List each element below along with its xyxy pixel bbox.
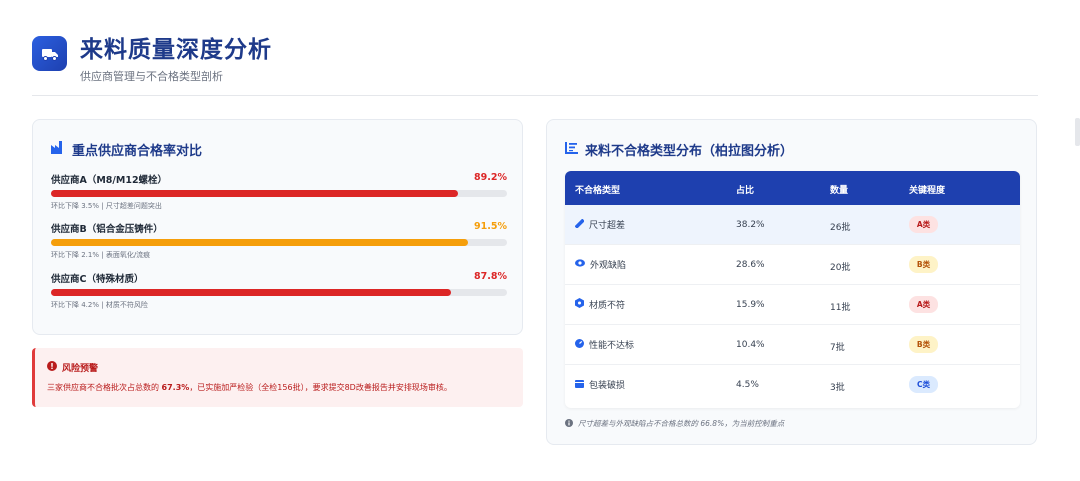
supplier-note: 环比下降 3.5% | 尺寸超差问题突出 [51,202,162,210]
page-title: 来料质量深度分析 [80,37,272,63]
supplier-pass-rate: 89.2% [474,172,507,183]
supplier-name: 供应商B（铝合金压铸件） [51,224,163,235]
info-icon [565,418,573,429]
defect-type: 材质不符 [589,301,626,311]
alert-title: 风险预警 [62,364,99,374]
defect-count: 7批 [830,343,845,353]
severity-badge: A类 [909,296,938,313]
defect-share: 15.9% [736,300,765,310]
alert-highlight: 67.3% [161,383,190,392]
pass-rate-bar-fill [51,190,458,197]
defect-count: 11批 [830,303,851,313]
severity-badge: B类 [909,256,938,273]
table-header: 不合格类型 占比 数量 关键程度 [565,171,1020,205]
list-chart-icon [565,141,578,158]
truck-icon [32,36,67,71]
box-icon [575,379,584,391]
pass-rate-bar [51,289,507,296]
defect-share: 4.5% [736,380,759,390]
pass-rate-bar-fill [51,239,469,246]
table-footnote: 尺寸超差与外观缺陷占不合格总数的 66.8%，为当前控制重点 [565,418,784,429]
alert-circle-icon [47,361,57,374]
pass-rate-bar-fill [51,289,452,296]
page-subtitle: 供应商管理与不合格类型剖析 [80,70,223,83]
supplier-pass-rate: 91.5% [474,221,507,232]
defect-share: 38.2% [736,220,765,230]
table-row: 材质不符 15.9% 11批 A类 [565,285,1020,325]
supplier-pass-rate: 87.8% [474,271,507,282]
severity-badge: C类 [909,376,938,393]
severity-badge: B类 [909,336,938,353]
defect-count: 26批 [830,223,851,233]
column-header: 不合格类型 [575,186,621,196]
defect-card-title: 来料不合格类型分布（柏拉图分析） [585,144,794,159]
column-header: 数量 [830,186,849,196]
risk-alert: 风险预警 三家供应商不合格批次占总数的 67.3%，已实施加严检验（全检156批… [32,348,523,407]
eye-icon [575,259,585,270]
factory-icon [51,141,65,158]
column-header: 占比 [736,186,755,196]
hexagon-icon [575,298,584,311]
defect-type: 性能不达标 [589,341,635,351]
ruler-icon [574,218,585,231]
table-row: 包装破损 4.5% 3批 C类 [565,365,1020,405]
table-row: 外观缺陷 28.6% 20批 B类 [565,245,1020,285]
table-row: 性能不达标 10.4% 7批 B类 [565,325,1020,365]
supplier-card-title: 重点供应商合格率对比 [72,144,203,159]
footnote-text: 尺寸超差与外观缺陷占不合格总数的 66.8%，为当前控制重点 [578,419,785,428]
defect-table: 不合格类型 占比 数量 关键程度 尺寸超差 38.2% 26批 A类 外观缺陷 … [565,171,1020,408]
supplier-name: 供应商C（特殊材质） [51,274,144,285]
defect-share: 10.4% [736,340,765,350]
alert-text: 三家供应商不合格批次占总数的 67.3%，已实施加严检验（全检156批），要求提… [47,383,452,392]
gauge-icon [575,338,584,351]
severity-badge: A类 [909,216,938,233]
supplier-name: 供应商A（M8/M12螺栓） [51,175,168,186]
scroll-edge-handle[interactable] [1075,118,1080,146]
column-header: 关键程度 [909,186,946,196]
defect-count: 20批 [830,263,851,273]
table-row: 尺寸超差 38.2% 26批 A类 [565,205,1020,245]
pass-rate-bar [51,239,507,246]
defect-distribution-card: 来料不合格类型分布（柏拉图分析） 不合格类型 占比 数量 关键程度 尺寸超差 3… [546,119,1037,445]
defect-type: 包装破损 [589,381,626,391]
defect-share: 28.6% [736,260,765,270]
supplier-note: 环比下降 2.1% | 表面氧化/流痕 [51,251,151,259]
page-header: 来料质量深度分析 供应商管理与不合格类型剖析 [32,26,1038,96]
defect-count: 3批 [830,383,845,393]
defect-type: 外观缺陷 [590,261,627,271]
supplier-note: 环比下降 4.2% | 材质不符风险 [51,301,148,309]
defect-type: 尺寸超差 [589,221,626,231]
pass-rate-bar [51,190,507,197]
supplier-comparison-card: 重点供应商合格率对比 供应商A（M8/M12螺栓） 89.2% 环比下降 3.5… [32,119,523,335]
